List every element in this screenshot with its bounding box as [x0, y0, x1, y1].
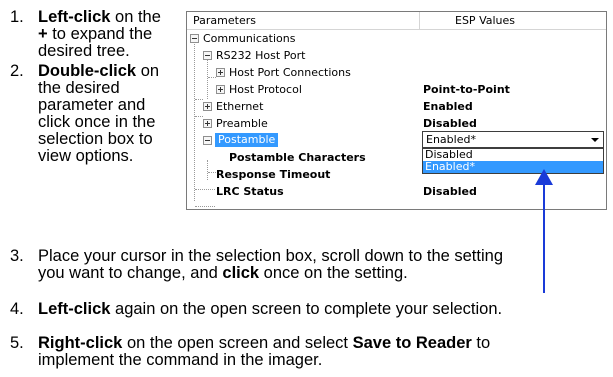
step-number: 4. — [10, 300, 24, 318]
row-label: Preamble — [216, 117, 268, 130]
row-label: Ethernet — [216, 100, 264, 113]
step-number: 1. — [10, 8, 24, 26]
step-1: 1. Left-click on the + to expand the des… — [10, 9, 180, 61]
tree-row-host-port-connections[interactable]: Host Port Connections — [187, 64, 606, 81]
step-4: 4. Left-click again on the open screen t… — [10, 301, 610, 319]
step-text: Left-click again on the open screen to c… — [38, 300, 503, 318]
row-value[interactable]: Disabled — [423, 117, 477, 130]
step-number: 5. — [10, 334, 24, 352]
expand-icon[interactable] — [203, 119, 212, 128]
expand-icon[interactable] — [203, 102, 212, 111]
row-value[interactable]: Enabled — [423, 100, 473, 113]
row-label: Response Timeout — [216, 168, 331, 181]
row-label: Host Protocol — [229, 83, 302, 96]
step-text: Right-click on the open screen and selec… — [38, 334, 491, 369]
expand-icon[interactable] — [216, 68, 225, 77]
selection-box[interactable]: Enabled* — [422, 131, 604, 148]
option-enabled[interactable]: Enabled* — [423, 161, 603, 173]
step-5: 5. Right-click on the open screen and se… — [10, 335, 610, 371]
row-label: LRC Status — [216, 185, 284, 198]
selection-dropdown[interactable]: Disabled Enabled* — [422, 148, 604, 174]
collapse-icon[interactable] — [190, 34, 199, 43]
tree-row-communications[interactable]: Communications — [187, 30, 606, 47]
step-text: Place your cursor in the selection box, … — [38, 247, 503, 282]
row-label: RS232 Host Port — [216, 49, 306, 62]
tree-row-host-protocol[interactable]: Host Protocol Point-to-Point — [187, 81, 606, 98]
column-parameters[interactable]: Parameters — [193, 14, 256, 27]
row-label: Communications — [203, 32, 296, 45]
collapse-icon[interactable] — [203, 136, 212, 145]
row-label: Host Port Connections — [229, 66, 351, 79]
tree-row-ethernet[interactable]: Ethernet Enabled — [187, 98, 606, 115]
column-divider[interactable] — [419, 12, 420, 29]
row-value[interactable]: Point-to-Point — [423, 83, 510, 96]
expand-icon[interactable] — [216, 85, 225, 94]
column-header: Parameters ESP Values — [187, 12, 606, 30]
collapse-icon[interactable] — [203, 51, 212, 60]
step-number: 2. — [10, 62, 24, 80]
row-value[interactable]: Disabled — [423, 185, 477, 198]
row-label: Postamble Characters — [229, 151, 366, 164]
column-esp-values[interactable]: ESP Values — [455, 14, 515, 27]
step-3: 3. Place your cursor in the selection bo… — [10, 248, 610, 284]
step-text: Double-click on the desired parameter an… — [38, 62, 160, 165]
step-number: 3. — [10, 247, 24, 265]
tree-line — [195, 206, 215, 207]
tree-row-rs232-host-port[interactable]: RS232 Host Port — [187, 47, 606, 64]
step-2: 2. Double-click on the desired parameter… — [10, 63, 180, 165]
tree-row-preamble[interactable]: Preamble Disabled — [187, 115, 606, 132]
selection-value: Enabled* — [426, 133, 476, 146]
step-text: Left-click on the + to expand the desire… — [38, 8, 161, 60]
chevron-down-icon[interactable] — [591, 138, 599, 142]
row-label: Postamble — [215, 133, 279, 147]
